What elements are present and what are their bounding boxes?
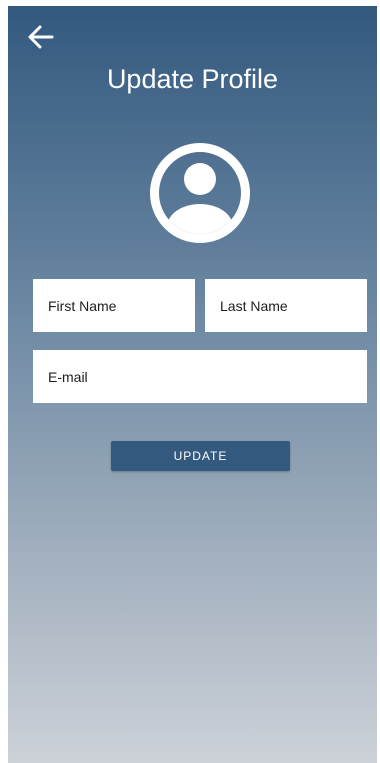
first-name-field[interactable] xyxy=(33,279,195,332)
back-button[interactable] xyxy=(24,22,58,52)
arrow-left-icon xyxy=(28,25,54,49)
last-name-field[interactable] xyxy=(205,279,367,332)
account-circle-icon xyxy=(150,143,250,243)
update-profile-screen: Update Profile UPDATE xyxy=(8,6,377,763)
email-field[interactable] xyxy=(33,350,367,403)
avatar[interactable] xyxy=(148,141,252,245)
page-title: Update Profile xyxy=(106,64,279,94)
update-button[interactable]: UPDATE xyxy=(111,441,290,471)
